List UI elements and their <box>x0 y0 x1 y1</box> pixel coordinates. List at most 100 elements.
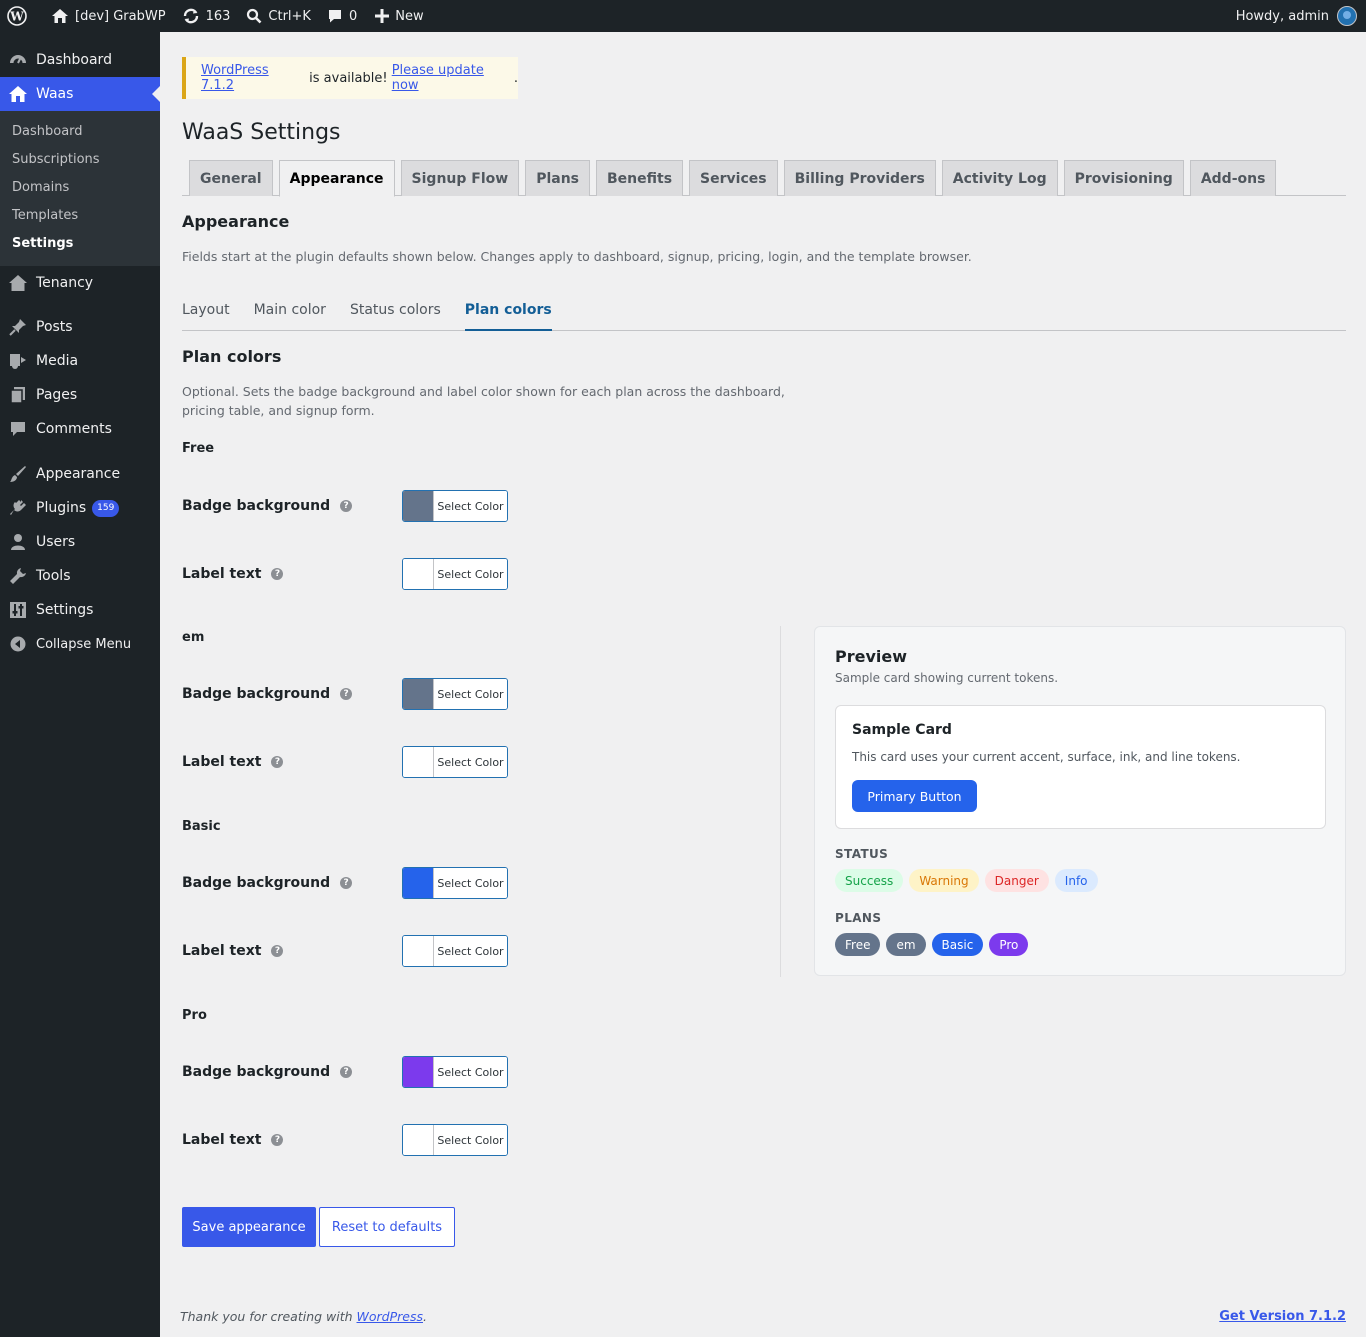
status-pills: Success Warning Danger Info <box>835 869 1104 892</box>
menu-comments[interactable]: Comments <box>0 412 160 446</box>
reset-defaults-button[interactable]: Reset to defaults <box>319 1207 455 1247</box>
wordpress-logo-icon[interactable]: W <box>0 0 35 32</box>
free-text-color-picker[interactable]: Select Color <box>402 558 508 590</box>
updates-link[interactable]: 163 <box>174 0 239 32</box>
collapse-icon <box>8 634 28 654</box>
menu-posts[interactable]: Posts <box>0 310 160 344</box>
free-badge-color-picker[interactable]: Select Color <box>402 490 508 522</box>
network-icon <box>8 84 28 104</box>
menu-pages[interactable]: Pages <box>0 378 160 412</box>
plugin-icon <box>8 498 28 518</box>
search-shortcut[interactable]: Ctrl+K <box>238 0 319 32</box>
comments-count: 0 <box>348 8 358 24</box>
plan-title-pro: Pro <box>182 1008 207 1023</box>
status-pill-info: Info <box>1054 869 1098 892</box>
tab-services[interactable]: Services <box>689 160 778 196</box>
help-icon[interactable]: ? <box>340 1066 353 1078</box>
em-badge-row: Badge background? Select Color <box>182 678 522 710</box>
collapse-menu-button[interactable]: Collapse Menu <box>0 627 160 661</box>
menu-dashboard[interactable]: Dashboard <box>0 43 160 77</box>
help-icon[interactable]: ? <box>271 568 284 580</box>
select-color-label: Select Color <box>434 1057 507 1087</box>
help-icon[interactable]: ? <box>271 756 284 768</box>
menu-settings-label: Settings <box>36 602 94 618</box>
plugins-update-count: 159 <box>92 499 120 517</box>
plan-colors-description-2: pricing table, and signup form. <box>182 403 375 418</box>
tab-general[interactable]: General <box>189 160 273 196</box>
submenu-item-subscriptions[interactable]: Subscriptions <box>0 146 160 174</box>
sample-card-title: Sample Card <box>852 722 952 738</box>
primary-button[interactable]: Primary Button <box>852 780 977 812</box>
pro-badge-color-picker[interactable]: Select Color <box>402 1056 508 1088</box>
tab-provisioning[interactable]: Provisioning <box>1063 160 1184 196</box>
plan-pill-free: Free <box>835 933 881 956</box>
menu-settings[interactable]: Settings <box>0 593 160 627</box>
menu-plugins[interactable]: Plugins 159 <box>0 491 160 525</box>
tab-signup-flow[interactable]: Signup Flow <box>400 160 520 196</box>
menu-comments-label: Comments <box>36 421 112 437</box>
em-text-color-picker[interactable]: Select Color <box>402 746 508 778</box>
submenu-item-settings[interactable]: Settings <box>0 230 160 258</box>
submenu-item-dashboard[interactable]: Dashboard <box>0 118 160 146</box>
tab-plans[interactable]: Plans <box>525 160 591 196</box>
appearance-description: Fields start at the plugin defaults show… <box>182 249 972 264</box>
sample-card: Sample Card This card uses your current … <box>835 705 1326 829</box>
tab-activity-log[interactable]: Activity Log <box>941 160 1058 196</box>
help-icon[interactable]: ? <box>271 945 284 957</box>
status-pill-danger: Danger <box>984 869 1049 892</box>
dashboard-icon <box>8 50 28 70</box>
admin-bar: W [dev] GrabWP 163 Ctrl+K 0 New Howdy, a… <box>0 0 1366 32</box>
plan-pill-pro: Pro <box>989 933 1029 956</box>
subtab-status-colors[interactable]: Status colors <box>350 300 441 331</box>
select-color-label: Select Color <box>434 747 507 777</box>
column-divider <box>780 626 781 977</box>
plan-title-basic: Basic <box>182 819 221 834</box>
plan-pill-em: em <box>886 933 926 956</box>
wordpress-link[interactable]: WordPress <box>357 1309 423 1324</box>
submenu-item-domains[interactable]: Domains <box>0 174 160 202</box>
menu-tenancy[interactable]: Tenancy <box>0 266 160 300</box>
tab-benefits[interactable]: Benefits <box>596 160 684 196</box>
menu-tools[interactable]: Tools <box>0 559 160 593</box>
subtab-main-color[interactable]: Main color <box>254 300 326 331</box>
help-icon[interactable]: ? <box>340 877 353 889</box>
help-icon[interactable]: ? <box>271 1134 284 1146</box>
comments-link[interactable]: 0 <box>319 0 365 32</box>
home-icon <box>52 9 68 23</box>
site-name-link[interactable]: [dev] GrabWP <box>35 0 174 32</box>
plan-pills: Free em Basic Pro <box>835 933 1034 956</box>
em-badge-color-picker[interactable]: Select Color <box>402 678 508 710</box>
menu-appearance[interactable]: Appearance <box>0 457 160 491</box>
tab-add-ons[interactable]: Add-ons <box>1189 160 1277 196</box>
waas-submenu: Dashboard Subscriptions Domains Template… <box>0 111 160 266</box>
wordpress-version-link[interactable]: WordPress 7.1.2 <box>201 63 305 93</box>
menu-media-label: Media <box>36 353 79 369</box>
subtab-plan-colors[interactable]: Plan colors <box>464 300 552 331</box>
menu-waas[interactable]: Waas <box>0 77 160 111</box>
appearance-heading: Appearance <box>182 212 290 231</box>
basic-text-color-picker[interactable]: Select Color <box>402 935 508 967</box>
menu-dashboard-label: Dashboard <box>36 52 112 68</box>
media-icon <box>8 351 28 371</box>
menu-users[interactable]: Users <box>0 525 160 559</box>
update-now-link[interactable]: Please update now <box>392 63 514 93</box>
pro-text-color-picker[interactable]: Select Color <box>402 1124 508 1156</box>
basic-text-row: Label text? Select Color <box>182 935 522 967</box>
my-account[interactable]: Howdy, admin <box>1228 0 1366 32</box>
footer-version-link[interactable]: Get Version 7.1.2 <box>1219 1309 1346 1324</box>
color-swatch <box>403 679 434 709</box>
menu-tenancy-label: Tenancy <box>36 275 94 291</box>
basic-badge-color-picker[interactable]: Select Color <box>402 867 508 899</box>
field-label: Badge background? <box>182 875 402 891</box>
subtab-layout[interactable]: Layout <box>182 300 230 331</box>
tab-appearance[interactable]: Appearance <box>278 160 395 197</box>
menu-media[interactable]: Media <box>0 344 160 378</box>
save-appearance-button[interactable]: Save appearance <box>182 1207 316 1247</box>
new-content-link[interactable]: New <box>365 0 431 32</box>
tab-billing-providers[interactable]: Billing Providers <box>783 160 936 196</box>
help-icon[interactable]: ? <box>340 688 353 700</box>
preview-subtitle: Sample card showing current tokens. <box>835 671 1059 685</box>
appearance-subtabs: Layout Main color Status colors Plan col… <box>182 300 1346 331</box>
help-icon[interactable]: ? <box>340 500 353 512</box>
submenu-item-templates[interactable]: Templates <box>0 202 160 230</box>
